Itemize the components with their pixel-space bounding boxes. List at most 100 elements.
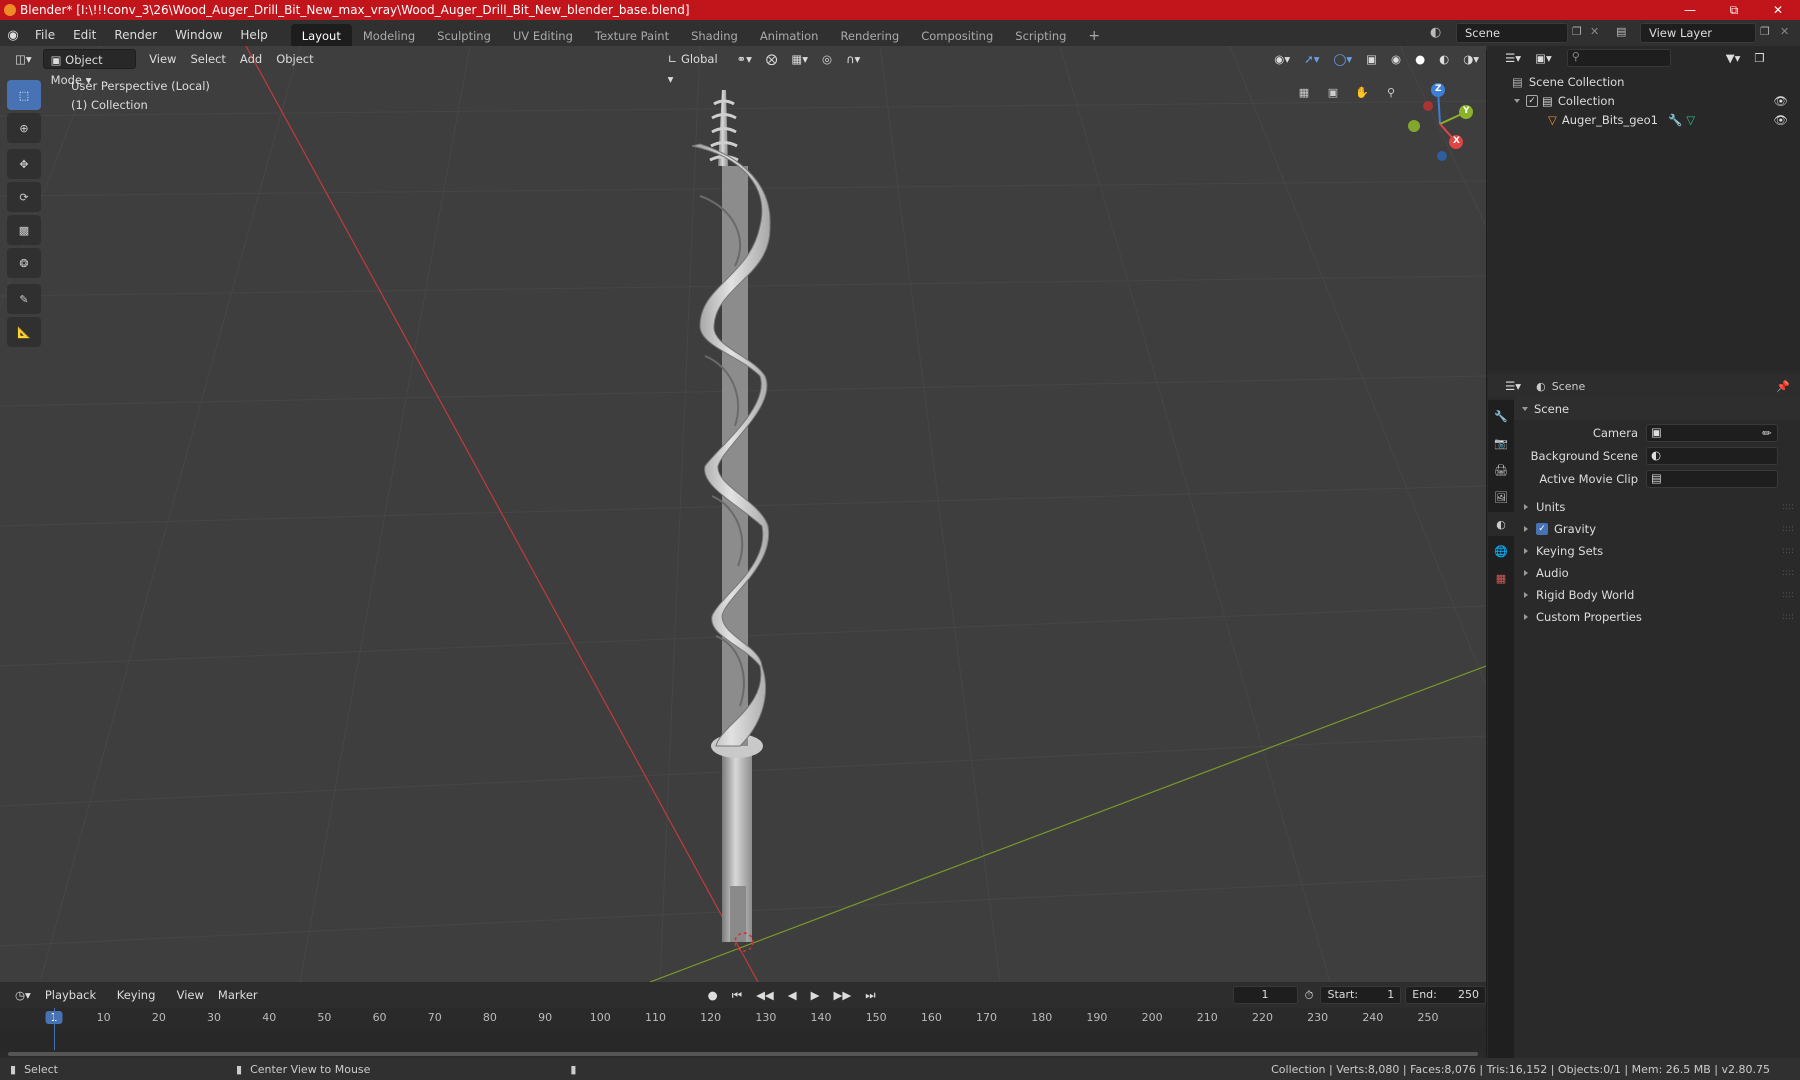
falloff-icon[interactable]: ∩▾: [839, 49, 867, 69]
current-frame-field[interactable]: 1: [1232, 986, 1298, 1004]
playhead-line[interactable]: [54, 1008, 55, 1050]
movie-clip-field[interactable]: ▤: [1646, 470, 1778, 488]
audio-panel[interactable]: Audio ::::: [1514, 562, 1800, 584]
move-tool[interactable]: ✥: [7, 149, 41, 179]
wireframe-shading-icon[interactable]: ◉: [1384, 49, 1408, 69]
new-scene-icon[interactable]: ❐: [1572, 25, 1582, 38]
tab-animation[interactable]: Animation: [749, 24, 830, 48]
properties-editor-type-icon[interactable]: ☰▾: [1498, 376, 1528, 396]
minimize-icon[interactable]: —: [1668, 0, 1712, 20]
close-icon[interactable]: ✕: [1756, 0, 1800, 20]
display-mode-icon[interactable]: ▣▾: [1528, 48, 1559, 68]
record-icon[interactable]: ●: [701, 985, 725, 1005]
filter-icon[interactable]: ▼▾: [1719, 48, 1748, 68]
new-collection-icon[interactable]: ❐: [1747, 48, 1771, 68]
keyframe-area[interactable]: [0, 1028, 1486, 1052]
start-frame-field[interactable]: Start: 1: [1320, 986, 1402, 1004]
play-icon[interactable]: ▶: [804, 985, 827, 1005]
tab-layout[interactable]: Layout: [290, 24, 352, 48]
timeline-menu-keying[interactable]: Keying ▾: [110, 985, 170, 1022]
tab-texture[interactable]: ▦: [1488, 566, 1514, 590]
tab-modeling[interactable]: Modeling: [352, 24, 426, 48]
gizmo-y-label[interactable]: Y: [1463, 106, 1470, 116]
scene-icon[interactable]: ◐: [1430, 25, 1441, 40]
orientation-selector[interactable]: ∟ Global ▾: [661, 49, 730, 86]
measure-tool[interactable]: 📐: [7, 317, 41, 347]
3d-viewport[interactable]: [0, 46, 1486, 982]
next-keyframe-icon[interactable]: ▶▶: [827, 985, 859, 1005]
tab-compositing[interactable]: Compositing: [910, 24, 1004, 48]
tab-rendering[interactable]: Rendering: [829, 24, 910, 48]
outliner-collection[interactable]: ✓ ▤ Collection 👁: [1488, 91, 1800, 110]
viewport-menu-select[interactable]: Select: [183, 49, 232, 69]
collection-checkbox[interactable]: ✓: [1526, 94, 1538, 107]
tab-render[interactable]: 📷: [1488, 431, 1514, 455]
timeline-menu-playback[interactable]: Playback ▾: [38, 985, 110, 1022]
tab-texture-paint[interactable]: Texture Paint: [584, 24, 680, 48]
annotate-tool[interactable]: ✎: [7, 284, 41, 314]
jump-end-icon[interactable]: ⏭: [858, 985, 882, 1005]
tab-scripting[interactable]: Scripting: [1004, 24, 1077, 48]
pin-icon[interactable]: 📌: [1776, 380, 1790, 393]
rotate-tool[interactable]: ⟳: [7, 182, 41, 212]
blender-menu-icon[interactable]: ◉: [0, 28, 26, 43]
zoom-icon[interactable]: ⚲: [1378, 79, 1404, 105]
toggle-ortho-icon[interactable]: ▦: [1291, 79, 1317, 105]
tab-tool[interactable]: 🔧: [1488, 404, 1514, 428]
outliner-search-input[interactable]: ⚲: [1566, 49, 1671, 67]
snap-target-icon[interactable]: ▦▾: [784, 49, 815, 69]
tab-scene[interactable]: ◐: [1488, 512, 1514, 536]
keying-sets-panel[interactable]: Keying Sets ::::: [1514, 540, 1800, 562]
object-visibility-icon[interactable]: 👁: [1773, 113, 1788, 127]
maximize-icon[interactable]: ⧉: [1712, 0, 1756, 20]
view-layer-selector[interactable]: View Layer: [1640, 23, 1756, 43]
viewport-menu-object[interactable]: Object: [269, 49, 320, 69]
units-panel[interactable]: Units ::::: [1514, 496, 1800, 518]
rendered-shading-icon[interactable]: ◑▾: [1456, 49, 1486, 69]
scale-tool[interactable]: ▩: [7, 215, 41, 245]
tab-view-layer[interactable]: 🖼: [1488, 485, 1514, 509]
tab-shading[interactable]: Shading: [680, 24, 749, 48]
jump-start-icon[interactable]: ⏮: [725, 985, 749, 1005]
outliner-object-row[interactable]: ▽ Auger_Bits_geo1 🔧 ▽ 👁: [1488, 110, 1800, 129]
gizmo-z-label[interactable]: Z: [1435, 84, 1442, 94]
scene-panel-header[interactable]: Scene: [1514, 398, 1800, 420]
view-layer-icon[interactable]: ▤: [1616, 25, 1626, 38]
visibility-icon[interactable]: ◉▾: [1267, 49, 1297, 69]
delete-scene-icon[interactable]: ✕: [1590, 25, 1599, 38]
proportional-edit-icon[interactable]: ◎: [815, 49, 839, 69]
stopwatch-icon[interactable]: ⏱: [1298, 985, 1321, 1005]
tab-output[interactable]: 🖨: [1488, 458, 1514, 482]
new-view-layer-icon[interactable]: ❐: [1760, 25, 1770, 38]
camera-view-icon[interactable]: ▣: [1320, 79, 1346, 105]
end-frame-field[interactable]: End: 250: [1405, 986, 1487, 1004]
camera-field[interactable]: ▣: [1646, 424, 1778, 442]
background-scene-field[interactable]: ◐: [1646, 447, 1778, 465]
gizmo-x-label[interactable]: X: [1453, 136, 1460, 146]
rigid-body-panel[interactable]: Rigid Body World ::::: [1514, 584, 1800, 606]
xray-icon[interactable]: ▣: [1359, 49, 1384, 69]
delete-view-layer-icon[interactable]: ✕: [1780, 25, 1789, 38]
tab-uv-editing[interactable]: UV Editing: [502, 24, 584, 48]
timeline-scrollbar[interactable]: [8, 1052, 1478, 1056]
cursor-tool[interactable]: ⊕: [7, 113, 41, 143]
gravity-panel[interactable]: ✓ Gravity ::::: [1514, 518, 1800, 540]
timeline-editor-type-icon[interactable]: ◷▾: [8, 985, 38, 1005]
select-box-tool[interactable]: ⬚: [7, 80, 41, 110]
pivot-icon[interactable]: ⚭▾: [729, 49, 758, 69]
overlay-toggle-icon[interactable]: ◯▾: [1327, 49, 1360, 69]
viewport-menu-view[interactable]: View: [142, 49, 183, 69]
timeline-menu-marker[interactable]: Marker: [211, 985, 265, 1005]
outliner-scene-collection[interactable]: ▤ Scene Collection: [1488, 72, 1800, 91]
transform-tool[interactable]: ❂: [7, 248, 41, 278]
gravity-checkbox[interactable]: ✓: [1536, 523, 1548, 535]
scene-selector[interactable]: Scene: [1456, 23, 1568, 43]
viewport-menu-add[interactable]: Add: [233, 49, 269, 69]
collection-expand-icon[interactable]: [1514, 98, 1520, 103]
collection-visibility-icon[interactable]: 👁: [1773, 94, 1788, 108]
prev-keyframe-icon[interactable]: ◀◀: [749, 985, 781, 1005]
timeline-menu-view[interactable]: View: [170, 985, 211, 1005]
outliner-editor-type-icon[interactable]: ☰▾: [1498, 48, 1528, 68]
mode-selector[interactable]: ▣ Object Mode ▾: [42, 49, 137, 87]
tab-world[interactable]: 🌐: [1488, 539, 1514, 563]
